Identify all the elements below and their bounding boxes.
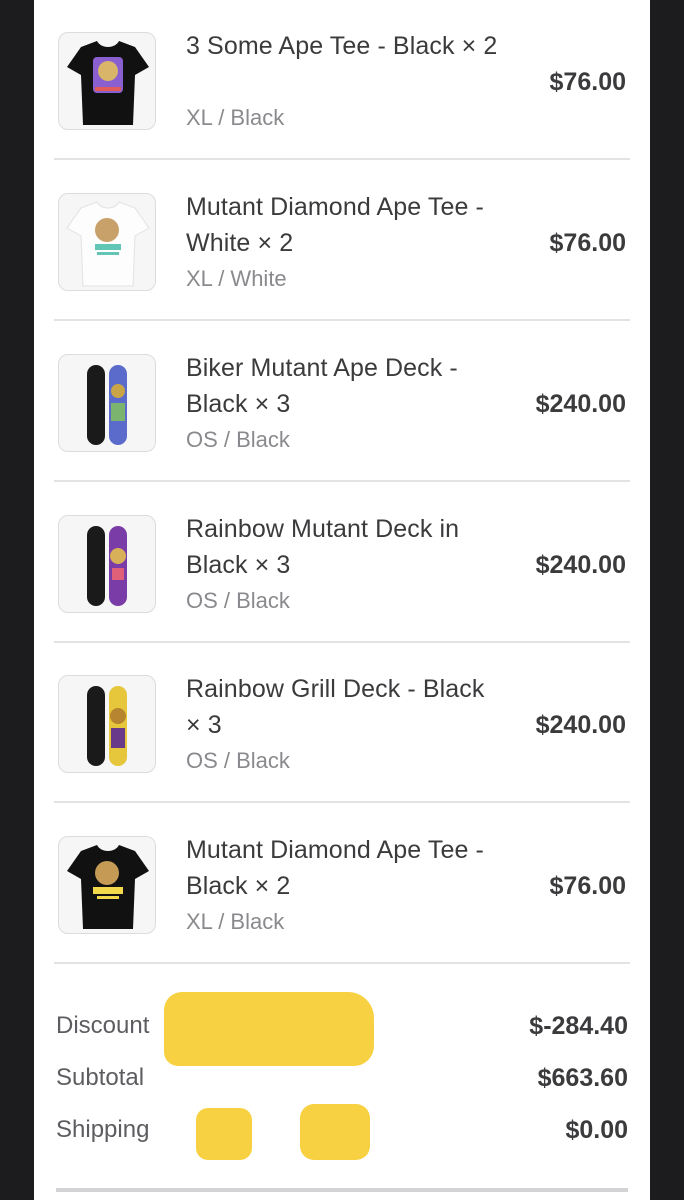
product-thumbnail	[58, 515, 156, 613]
item-variant: XL / Black	[186, 909, 285, 934]
product-thumbnail	[58, 836, 156, 934]
line-item: Mutant Diamond Ape Tee - White × 2 XL / …	[54, 161, 630, 321]
divider	[54, 480, 630, 482]
line-item: Rainbow Mutant Deck in Black × 3 OS / Bl…	[54, 483, 630, 643]
redaction-mark	[196, 1108, 252, 1160]
item-price: $76.00	[549, 872, 626, 900]
item-variant: OS / Black	[186, 748, 290, 773]
line-item: 3 Some Ape Tee - Black × 2 XL / Black $7…	[54, 0, 630, 160]
divider	[54, 801, 630, 803]
item-name: Rainbow Grill Deck - Black × 3	[186, 675, 485, 739]
subtotal-label: Subtotal	[56, 1064, 145, 1091]
item-name: Mutant Diamond Ape Tee - Black × 2	[186, 836, 484, 900]
item-name: Rainbow Mutant Deck in Black × 3	[186, 515, 460, 579]
line-item: Mutant Diamond Ape Tee - Black × 2 XL / …	[54, 804, 630, 964]
skate-deck-icon	[87, 365, 127, 445]
discount-value: $-284.40	[529, 1012, 628, 1040]
item-variant: XL / Black	[186, 105, 285, 130]
product-thumbnail	[58, 675, 156, 773]
divider	[54, 962, 630, 964]
item-variant: XL / White	[186, 266, 287, 291]
product-thumbnail	[58, 354, 156, 452]
subtotal-value: $663.60	[537, 1064, 628, 1092]
item-variant: OS / Black	[186, 427, 290, 452]
skate-deck-icon	[87, 526, 127, 606]
item-name: 3 Some Ape Tee - Black × 2	[186, 32, 498, 60]
white-tshirt-icon	[66, 201, 150, 287]
black-tshirt-icon	[67, 41, 149, 125]
item-name: Mutant Diamond Ape Tee - White × 2	[186, 193, 484, 257]
divider	[56, 1188, 628, 1192]
product-thumbnail	[58, 32, 156, 130]
item-price: $240.00	[535, 551, 626, 579]
black-tshirt-icon	[67, 845, 149, 929]
divider	[54, 319, 630, 321]
item-name: Biker Mutant Ape Deck - Black × 3	[186, 354, 458, 418]
line-item: Biker Mutant Ape Deck - Black × 3 OS / B…	[54, 322, 630, 482]
product-thumbnail	[58, 193, 156, 291]
skate-deck-icon	[87, 686, 127, 766]
item-variant: OS / Black	[186, 588, 290, 613]
item-price: $240.00	[535, 390, 626, 418]
item-price: $76.00	[549, 68, 626, 96]
shipping-value: $0.00	[565, 1116, 628, 1144]
divider	[54, 158, 630, 160]
redaction-mark	[300, 1104, 370, 1160]
redaction-mark	[164, 992, 374, 1066]
shipping-label: Shipping	[56, 1116, 150, 1143]
line-item: Rainbow Grill Deck - Black × 3 OS / Blac…	[54, 643, 630, 803]
item-price: $76.00	[549, 229, 626, 257]
subtotal-row: Subtotal $663.60	[56, 1060, 628, 1100]
discount-label: Discount	[56, 1012, 150, 1039]
item-price: $240.00	[535, 711, 626, 739]
